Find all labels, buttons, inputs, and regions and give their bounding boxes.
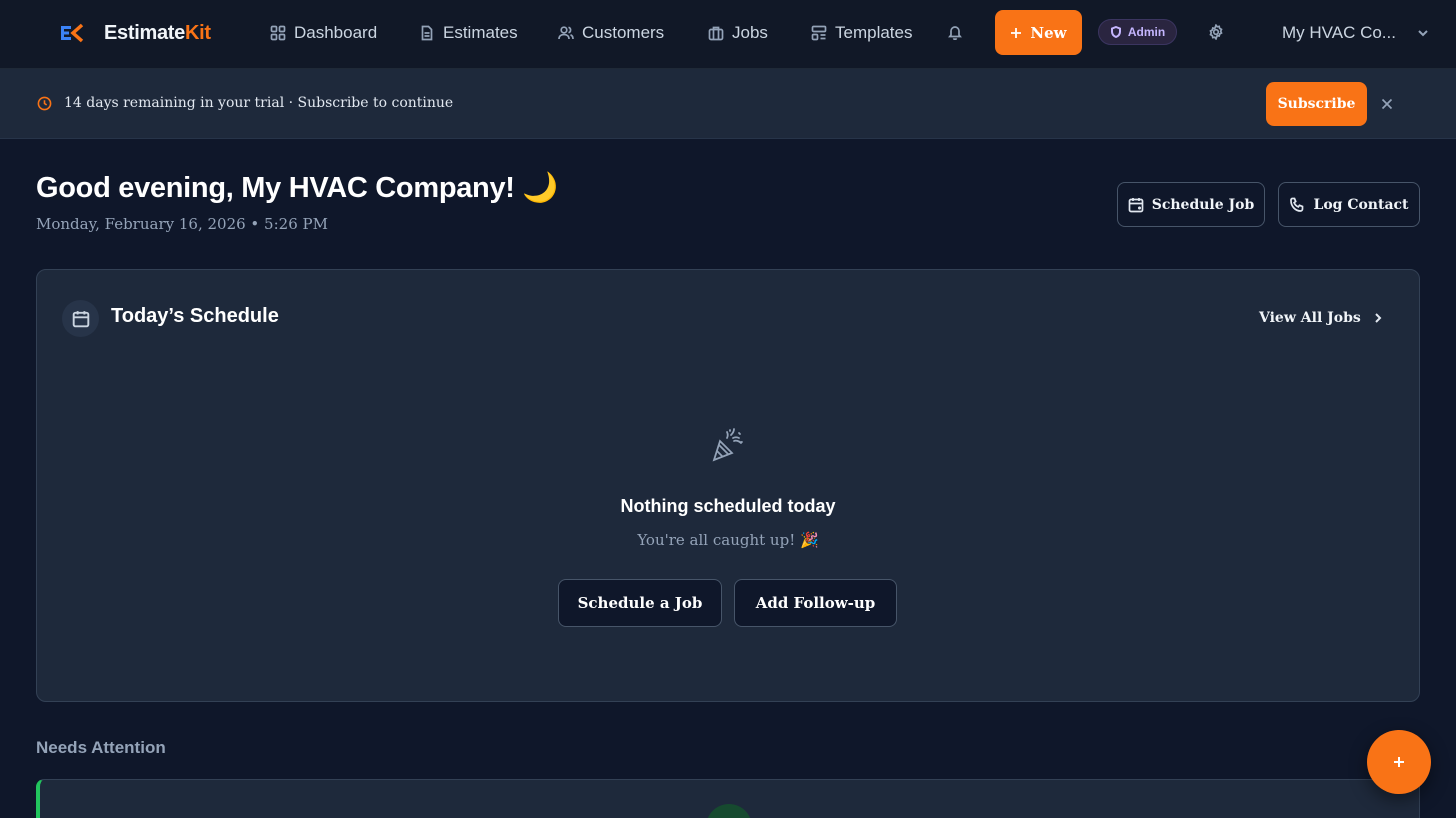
shield-icon	[1110, 26, 1121, 38]
new-button[interactable]: New	[995, 10, 1082, 55]
floating-add-button[interactable]	[1367, 730, 1431, 794]
schedule-a-job-button[interactable]: Schedule a Job	[558, 579, 722, 627]
plus-icon	[1011, 27, 1022, 38]
party-popper-icon	[712, 428, 743, 462]
briefcase-icon	[708, 26, 724, 41]
chevron-right-icon	[1375, 313, 1382, 323]
chevron-down-icon	[1418, 30, 1428, 37]
nav-jobs-label: Jobs	[732, 23, 768, 42]
view-all-jobs-label: View All Jobs	[1259, 310, 1361, 326]
log-contact-button[interactable]: Log Contact	[1278, 182, 1420, 227]
greeting-title: Good evening, My HVAC Company! 🌙	[36, 172, 559, 204]
app-logo[interactable]: EstimateKit	[60, 19, 211, 47]
calendar-icon	[72, 310, 89, 327]
nav-customers[interactable]: Customers	[558, 21, 664, 45]
settings-button[interactable]	[1206, 22, 1226, 42]
plus-icon	[1394, 757, 1404, 767]
nav-customers-label: Customers	[582, 23, 665, 42]
schedule-card-title: Today’s Schedule	[111, 305, 279, 327]
phone-icon	[1290, 197, 1304, 212]
subscribe-button[interactable]: Subscribe	[1266, 82, 1367, 126]
nav-dashboard-label: Dashboard	[294, 23, 378, 42]
grid-icon	[270, 25, 286, 41]
nav-dashboard[interactable]: Dashboard	[270, 21, 377, 45]
clock-icon	[37, 96, 52, 111]
new-button-label: New	[1030, 23, 1067, 42]
nav-templates-label: Templates	[835, 23, 913, 42]
needs-attention-title: Needs Attention	[36, 738, 166, 757]
top-navbar: EstimateKit Dashboard Estimates Customer…	[0, 0, 1456, 69]
empty-state-title: Nothing scheduled today	[620, 496, 836, 516]
layout-icon	[811, 25, 827, 41]
gear-icon	[1209, 24, 1223, 40]
calendar-plus-icon	[1128, 197, 1144, 212]
logo-mark-icon	[61, 23, 84, 43]
company-selector-label: My HVAC Co...	[1282, 23, 1396, 42]
view-all-jobs-link[interactable]: View All Jobs	[1259, 308, 1385, 328]
admin-badge[interactable]: Admin	[1098, 19, 1177, 45]
nav-templates[interactable]: Templates	[811, 21, 912, 45]
current-datetime: Monday, February 16, 2026 • 5:26 PM	[36, 215, 328, 233]
nav-estimates[interactable]: Estimates	[419, 21, 518, 45]
app-name: EstimateKit	[104, 21, 211, 44]
company-selector[interactable]: My HVAC Co...	[1282, 20, 1430, 46]
trial-message: 14 days remaining in your trial · Subscr…	[64, 95, 454, 111]
bell-icon	[948, 26, 962, 40]
schedule-card-icon	[62, 300, 99, 337]
close-icon[interactable]	[1379, 96, 1395, 112]
notifications-button[interactable]	[945, 22, 965, 42]
add-followup-button[interactable]: Add Follow-up	[734, 579, 897, 627]
nav-jobs[interactable]: Jobs	[708, 21, 768, 45]
log-contact-label: Log Contact	[1313, 196, 1409, 213]
users-icon	[558, 26, 574, 40]
nav-estimates-label: Estimates	[443, 23, 518, 42]
document-icon	[421, 25, 433, 41]
todays-schedule-card	[36, 269, 1420, 702]
admin-badge-label: Admin	[1127, 25, 1166, 39]
schedule-job-label: Schedule Job	[1151, 196, 1255, 213]
empty-state-subtitle: You're all caught up! 🎉	[637, 531, 819, 549]
schedule-job-button[interactable]: Schedule Job	[1117, 182, 1265, 227]
